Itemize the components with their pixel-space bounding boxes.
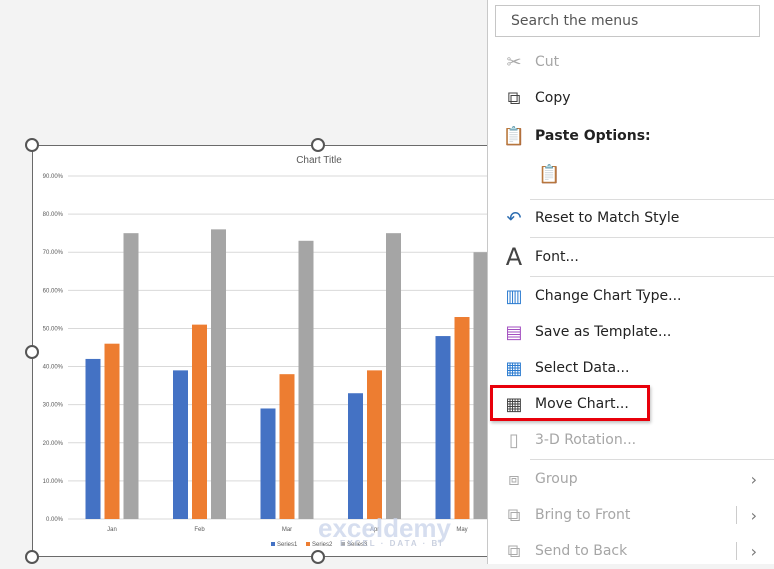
menu-separator bbox=[530, 276, 774, 277]
menu-label: 3-D Rotation... bbox=[535, 432, 637, 448]
menu-item-change-chart-type[interactable]: ▥ Change Chart Type... bbox=[488, 278, 774, 314]
legend-label: Series1 bbox=[277, 542, 298, 548]
menu-label: Send to Back bbox=[535, 543, 628, 559]
highlight-box bbox=[490, 385, 650, 421]
y-tick-label: 20.00% bbox=[43, 441, 64, 447]
y-tick-label: 40.00% bbox=[43, 365, 64, 371]
bar-series3-feb bbox=[211, 229, 226, 519]
menu-item-bring-to-front[interactable]: ⧉ Bring to Front › bbox=[488, 497, 774, 533]
chart[interactable]: Chart Title 0.00% 10.00% 20.00% 30.00% 40.00%… bbox=[32, 145, 553, 557]
scissors-icon: ✂ bbox=[506, 51, 522, 73]
y-tick-label: 90.00% bbox=[43, 174, 64, 180]
menu-label: Group bbox=[535, 471, 578, 487]
send-back-icon: ⧉ bbox=[507, 540, 521, 562]
menu-separator bbox=[530, 459, 774, 460]
menu-item-font[interactable]: A Font... bbox=[488, 239, 774, 275]
select-data-icon: ▦ bbox=[505, 357, 523, 379]
chart-plot: Chart Title 0.00% 10.00% 20.00% 30.00% 40.00%… bbox=[43, 155, 553, 548]
bar-series3-mar bbox=[298, 240, 314, 519]
divider bbox=[736, 542, 737, 560]
bar-series2-jan bbox=[104, 343, 120, 519]
bar-series2-mar bbox=[279, 374, 295, 519]
context-menu: Search the menus ✂ Cut ⧉ Copy 📋 Paste Optio… bbox=[487, 0, 774, 564]
resize-handle[interactable] bbox=[25, 550, 39, 564]
menu-item-save-template[interactable]: ▤ Save as Template... bbox=[488, 314, 774, 350]
resize-handle[interactable] bbox=[25, 138, 39, 152]
menu-item-select-data[interactable]: ▦ Select Data... bbox=[488, 350, 774, 386]
x-tick-label: Jan bbox=[107, 527, 117, 533]
menu-label: Copy bbox=[535, 90, 571, 106]
menu-label: Bring to Front bbox=[535, 507, 631, 523]
divider bbox=[736, 506, 737, 524]
chart-type-icon: ▥ bbox=[505, 285, 523, 307]
bar-series3-jan bbox=[123, 233, 139, 519]
menu-label: Save as Template... bbox=[535, 324, 672, 340]
y-tick-label: 60.00% bbox=[43, 288, 64, 294]
x-tick-label: Mar bbox=[282, 527, 292, 533]
search-menus-input[interactable]: Search the menus bbox=[495, 5, 760, 37]
y-tick-label: 0.00% bbox=[46, 517, 64, 523]
menu-label: Cut bbox=[535, 54, 560, 70]
chevron-right-icon[interactable]: › bbox=[751, 506, 757, 525]
chevron-right-icon[interactable]: › bbox=[751, 542, 757, 561]
copy-icon: ⧉ bbox=[507, 87, 521, 109]
bar-series1-apr bbox=[348, 393, 363, 519]
save-template-icon: ▤ bbox=[505, 321, 523, 343]
menu-item-3d-rotation[interactable]: ▯ 3-D Rotation... bbox=[488, 422, 774, 458]
bar-series2-may bbox=[454, 317, 470, 519]
resize-handle[interactable] bbox=[311, 138, 325, 152]
bar-series2-apr bbox=[367, 370, 382, 519]
menu-item-copy[interactable]: ⧉ Copy bbox=[488, 80, 774, 116]
legend-swatch bbox=[306, 542, 310, 546]
bar-series1-may bbox=[435, 336, 451, 519]
y-tick-label: 50.00% bbox=[43, 326, 64, 332]
menu-item-group[interactable]: ⧈ Group › bbox=[488, 461, 774, 497]
paste-options-heading: 📋 Paste Options: bbox=[488, 118, 774, 154]
bring-front-icon: ⧉ bbox=[507, 504, 521, 526]
menu-label: Font... bbox=[535, 249, 579, 265]
paste-icon: 📋 bbox=[538, 163, 561, 185]
y-tick-label: 70.00% bbox=[43, 250, 64, 256]
menu-item-reset-style[interactable]: ↶ Reset to Match Style bbox=[488, 200, 774, 236]
menu-item-cut[interactable]: ✂ Cut bbox=[488, 44, 774, 80]
resize-handle[interactable] bbox=[311, 550, 325, 564]
paste-button[interactable]: 📋 bbox=[524, 156, 560, 192]
chart-title: Chart Title bbox=[296, 155, 342, 166]
y-tick-label: 80.00% bbox=[43, 212, 64, 218]
bar-series1-mar bbox=[260, 408, 276, 519]
paste-icon: 📋 bbox=[502, 125, 526, 147]
font-icon: A bbox=[505, 243, 523, 271]
y-tick-label: 10.00% bbox=[43, 479, 64, 485]
bar-series2-feb bbox=[192, 324, 207, 519]
menu-separator bbox=[530, 237, 774, 238]
bar-series3-apr bbox=[386, 233, 401, 519]
chevron-right-icon: › bbox=[750, 469, 757, 489]
menu-label: Select Data... bbox=[535, 360, 630, 376]
group-icon: ⧈ bbox=[508, 468, 520, 490]
menu-label: Paste Options: bbox=[535, 128, 651, 144]
rotation-3d-icon: ▯ bbox=[509, 429, 519, 451]
reset-style-icon: ↶ bbox=[506, 207, 522, 229]
bar-series1-feb bbox=[173, 370, 188, 519]
watermark-logo: exceldemy EXCEL · DATA · BI bbox=[318, 513, 451, 548]
legend-swatch bbox=[271, 542, 275, 546]
menu-label: Reset to Match Style bbox=[535, 210, 680, 226]
menu-label: Change Chart Type... bbox=[535, 288, 682, 304]
resize-handle[interactable] bbox=[25, 345, 39, 359]
bar-series1-jan bbox=[85, 358, 101, 519]
y-tick-label: 30.00% bbox=[43, 403, 64, 409]
x-tick-label: May bbox=[456, 527, 467, 533]
x-tick-label: Feb bbox=[194, 527, 205, 533]
